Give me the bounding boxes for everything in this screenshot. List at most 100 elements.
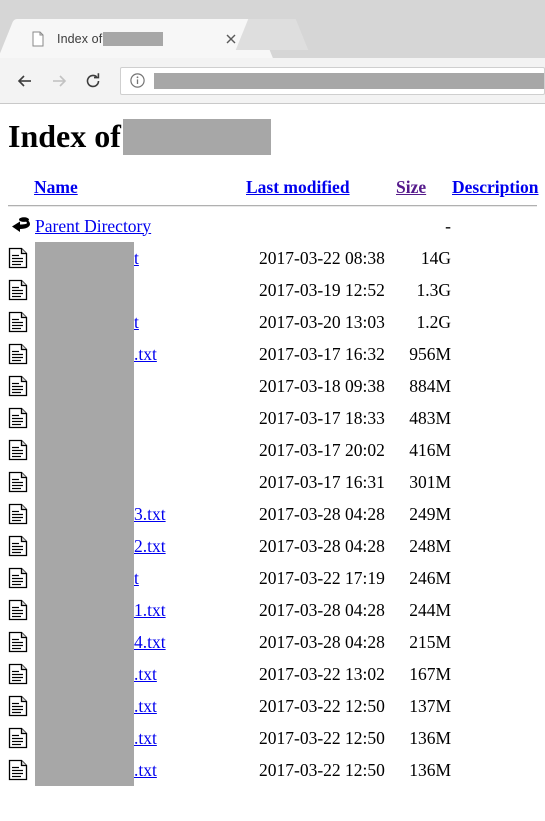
- file-name-cell[interactable]: 4.txt: [34, 626, 246, 658]
- file-size: 301M: [409, 471, 451, 492]
- table-row[interactable]: 1.txt 2017-03-28 04:28 244M: [0, 594, 545, 626]
- file-name-redaction: [35, 338, 134, 370]
- file-name-cell[interactable]: .txt: [34, 338, 246, 370]
- parent-directory-date: [246, 210, 396, 242]
- file-name-link[interactable]: 1.txt: [134, 598, 166, 622]
- text-file-icon: [8, 311, 28, 333]
- file-last-modified: 2017-03-17 16:32: [259, 343, 385, 364]
- file-last-modified: 2017-03-22 12:50: [259, 695, 385, 716]
- header-divider-cell: [0, 202, 545, 210]
- file-name-link[interactable]: .txt: [134, 342, 157, 366]
- file-name-cell[interactable]: t: [34, 306, 246, 338]
- file-last-modified: 2017-03-20 13:03: [259, 311, 385, 332]
- file-icon-cell: [0, 722, 34, 754]
- file-last-modified: 2017-03-22 17:19: [259, 567, 385, 588]
- sort-by-date-link[interactable]: Last modified: [246, 177, 350, 197]
- file-name-cell[interactable]: 3.txt: [34, 498, 246, 530]
- table-row[interactable]: 2017-03-17 16:31 301M: [0, 466, 545, 498]
- file-last-modified: 2017-03-22 12:50: [259, 759, 385, 780]
- file-name-link[interactable]: 2.txt: [134, 534, 166, 558]
- tab-background-second[interactable]: [252, 19, 292, 50]
- file-icon-cell: [0, 530, 34, 562]
- directory-index-page: Index of Name Last modified Size Descrip…: [0, 105, 545, 821]
- file-name-cell[interactable]: [34, 370, 246, 402]
- file-size: 248M: [409, 535, 451, 556]
- table-row[interactable]: .txt 2017-03-22 13:02 167M: [0, 658, 545, 690]
- file-description: [452, 306, 545, 338]
- file-name-link[interactable]: t: [134, 310, 139, 334]
- file-name-cell[interactable]: .txt: [34, 754, 246, 786]
- file-size: 215M: [409, 631, 451, 652]
- parent-directory-size: -: [445, 215, 451, 236]
- back-button[interactable]: [8, 64, 42, 98]
- file-size: 136M: [409, 727, 451, 748]
- table-row[interactable]: t 2017-03-22 08:38 14G: [0, 242, 545, 274]
- address-bar[interactable]: [120, 66, 545, 95]
- file-name-link[interactable]: 4.txt: [134, 630, 166, 654]
- file-size: 1.2G: [416, 311, 451, 332]
- file-description: [452, 498, 545, 530]
- file-name-link[interactable]: t: [134, 246, 139, 270]
- table-row[interactable]: t 2017-03-22 17:19 246M: [0, 562, 545, 594]
- file-name-cell[interactable]: .txt: [34, 658, 246, 690]
- back-arrow-icon: [8, 215, 32, 237]
- file-name-cell[interactable]: [34, 434, 246, 466]
- table-row[interactable]: 2017-03-17 20:02 416M: [0, 434, 545, 466]
- file-name-redaction: [35, 274, 134, 306]
- file-name-cell[interactable]: 1.txt: [34, 594, 246, 626]
- file-name-cell[interactable]: .txt: [34, 722, 246, 754]
- site-info-icon[interactable]: [129, 72, 146, 89]
- file-size: 14G: [420, 247, 451, 268]
- file-name-link[interactable]: .txt: [134, 726, 157, 750]
- table-row[interactable]: .txt 2017-03-17 16:32 956M: [0, 338, 545, 370]
- table-row[interactable]: 2.txt 2017-03-28 04:28 248M: [0, 530, 545, 562]
- table-row[interactable]: 2017-03-17 18:33 483M: [0, 402, 545, 434]
- sort-by-name-link[interactable]: Name: [34, 177, 78, 197]
- table-row[interactable]: .txt 2017-03-22 12:50 137M: [0, 690, 545, 722]
- table-row[interactable]: 4.txt 2017-03-28 04:28 215M: [0, 626, 545, 658]
- table-row[interactable]: 3.txt 2017-03-28 04:28 249M: [0, 498, 545, 530]
- forward-button[interactable]: [42, 64, 76, 98]
- table-row[interactable]: t 2017-03-20 13:03 1.2G: [0, 306, 545, 338]
- file-size: 244M: [409, 599, 451, 620]
- file-last-modified: 2017-03-28 04:28: [259, 535, 385, 556]
- file-name-link[interactable]: t: [134, 566, 139, 590]
- file-name-cell[interactable]: t: [34, 562, 246, 594]
- file-name-cell[interactable]: [34, 274, 246, 306]
- file-name-link[interactable]: .txt: [134, 758, 157, 782]
- table-row[interactable]: .txt 2017-03-22 12:50 136M: [0, 754, 545, 786]
- file-last-modified: 2017-03-19 12:52: [259, 279, 385, 300]
- table-header-row: Name Last modified Size Description: [0, 177, 545, 202]
- sort-by-size-link[interactable]: Size: [396, 177, 426, 197]
- reload-button[interactable]: [76, 64, 110, 98]
- file-description: [452, 754, 545, 786]
- sort-by-description-link[interactable]: Description: [452, 177, 539, 197]
- parent-directory-row[interactable]: Parent Directory -: [0, 210, 545, 242]
- table-row[interactable]: 2017-03-19 12:52 1.3G: [0, 274, 545, 306]
- directory-listing-table: Name Last modified Size Description Pare…: [0, 177, 545, 786]
- file-size: 1.3G: [416, 279, 451, 300]
- header-description: Description: [452, 177, 545, 202]
- parent-directory-link[interactable]: Parent Directory: [35, 216, 151, 236]
- file-name-cell[interactable]: [34, 402, 246, 434]
- file-name-link[interactable]: .txt: [134, 694, 157, 718]
- file-name-link[interactable]: .txt: [134, 662, 157, 686]
- file-description: [452, 466, 545, 498]
- file-name-link[interactable]: 3.txt: [134, 502, 166, 526]
- file-icon-cell: [0, 658, 34, 690]
- file-name-redaction: [35, 754, 134, 786]
- file-last-modified: 2017-03-28 04:28: [259, 503, 385, 524]
- table-row[interactable]: .txt 2017-03-22 12:50 136M: [0, 722, 545, 754]
- file-name-cell[interactable]: t: [34, 242, 246, 274]
- text-file-icon: [8, 343, 28, 365]
- page-favicon-icon: [30, 31, 46, 47]
- file-name-cell[interactable]: [34, 466, 246, 498]
- tab-index-of[interactable]: Index of: [18, 19, 253, 58]
- table-row[interactable]: 2017-03-18 09:38 884M: [0, 370, 545, 402]
- text-file-icon: [8, 631, 28, 653]
- file-size: 167M: [409, 663, 451, 684]
- file-name-cell[interactable]: 2.txt: [34, 530, 246, 562]
- file-name-redaction: [35, 562, 134, 594]
- file-name-cell[interactable]: .txt: [34, 690, 246, 722]
- tab-strip: Index of: [0, 0, 545, 58]
